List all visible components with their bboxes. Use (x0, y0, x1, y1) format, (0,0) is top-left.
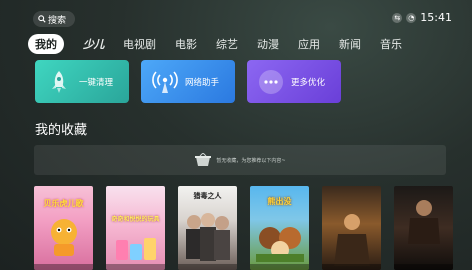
rocket-icon (43, 66, 75, 98)
poster-card[interactable]: 奇奇和悦悦的玩具 (106, 186, 165, 270)
empty-box-icon (195, 153, 212, 166)
tab-music[interactable]: 音乐 (380, 36, 402, 52)
search-icon (38, 15, 46, 23)
tab-apps[interactable]: 应用 (298, 36, 320, 52)
poster-card[interactable]: 猎毒之人 (178, 186, 237, 270)
tab-kids[interactable]: 少儿 (83, 36, 105, 52)
more-optimization-button[interactable]: 更多优化 (247, 60, 341, 103)
poster-card[interactable] (394, 186, 453, 270)
favorites-empty-text: 暂无收藏，为您推荐以下内容~ (216, 157, 286, 164)
cast-group-icon (186, 213, 230, 261)
wifi-broadcast-icon (149, 66, 181, 98)
figure-silhouette-icon (334, 214, 370, 266)
quick-actions: 一键清理 网络助手 更多优化 (35, 60, 341, 103)
poster-title: 猎毒之人 (193, 192, 222, 200)
one-click-clean-label: 一键清理 (79, 77, 114, 88)
toy-set-icon (116, 238, 156, 260)
poster-title: 贝乐虎儿歌 (43, 199, 84, 208)
tab-tv-series[interactable]: 电视剧 (123, 36, 156, 52)
poster-title: 奇奇和悦悦的玩具 (111, 216, 160, 223)
poster-card[interactable] (322, 186, 381, 270)
recommendation-row: 贝乐虎儿歌 奇奇和悦悦的玩具 猎毒之人 熊出没 (34, 186, 453, 270)
tab-variety[interactable]: 综艺 (216, 36, 238, 52)
bear-cartoon-icon (256, 227, 304, 262)
figure-silhouette-icon (408, 200, 440, 244)
tiger-cartoon-icon (51, 219, 77, 256)
poster-card[interactable]: 贝乐虎儿歌 (34, 186, 93, 270)
network-icon: ⇆ (392, 12, 403, 23)
favorites-title: 我的收藏 (35, 123, 88, 138)
status-bar: ⇆ ◔ 15:41 (392, 11, 452, 24)
tab-anime[interactable]: 动漫 (257, 36, 279, 52)
poster-title: 熊出没 (267, 197, 292, 206)
top-nav: 我的 少儿 电视剧 电影 综艺 动漫 应用 新闻 音乐 (28, 34, 421, 54)
search-label: 搜索 (48, 15, 67, 26)
more-dots-icon (255, 66, 287, 98)
search-button[interactable]: 搜索 (33, 11, 75, 27)
network-assistant-label: 网络助手 (185, 77, 220, 88)
tab-mine[interactable]: 我的 (28, 34, 64, 54)
more-optimization-label: 更多优化 (291, 77, 326, 88)
poster-card[interactable]: 熊出没 (250, 186, 309, 270)
clock: 15:41 (420, 11, 452, 24)
one-click-clean-button[interactable]: 一键清理 (35, 60, 129, 103)
network-assistant-button[interactable]: 网络助手 (141, 60, 235, 103)
tab-movies[interactable]: 电影 (175, 36, 197, 52)
wifi-icon: ◔ (406, 12, 417, 23)
tab-news[interactable]: 新闻 (339, 36, 361, 52)
favorites-empty-state: 暂无收藏，为您推荐以下内容~ (34, 145, 446, 175)
